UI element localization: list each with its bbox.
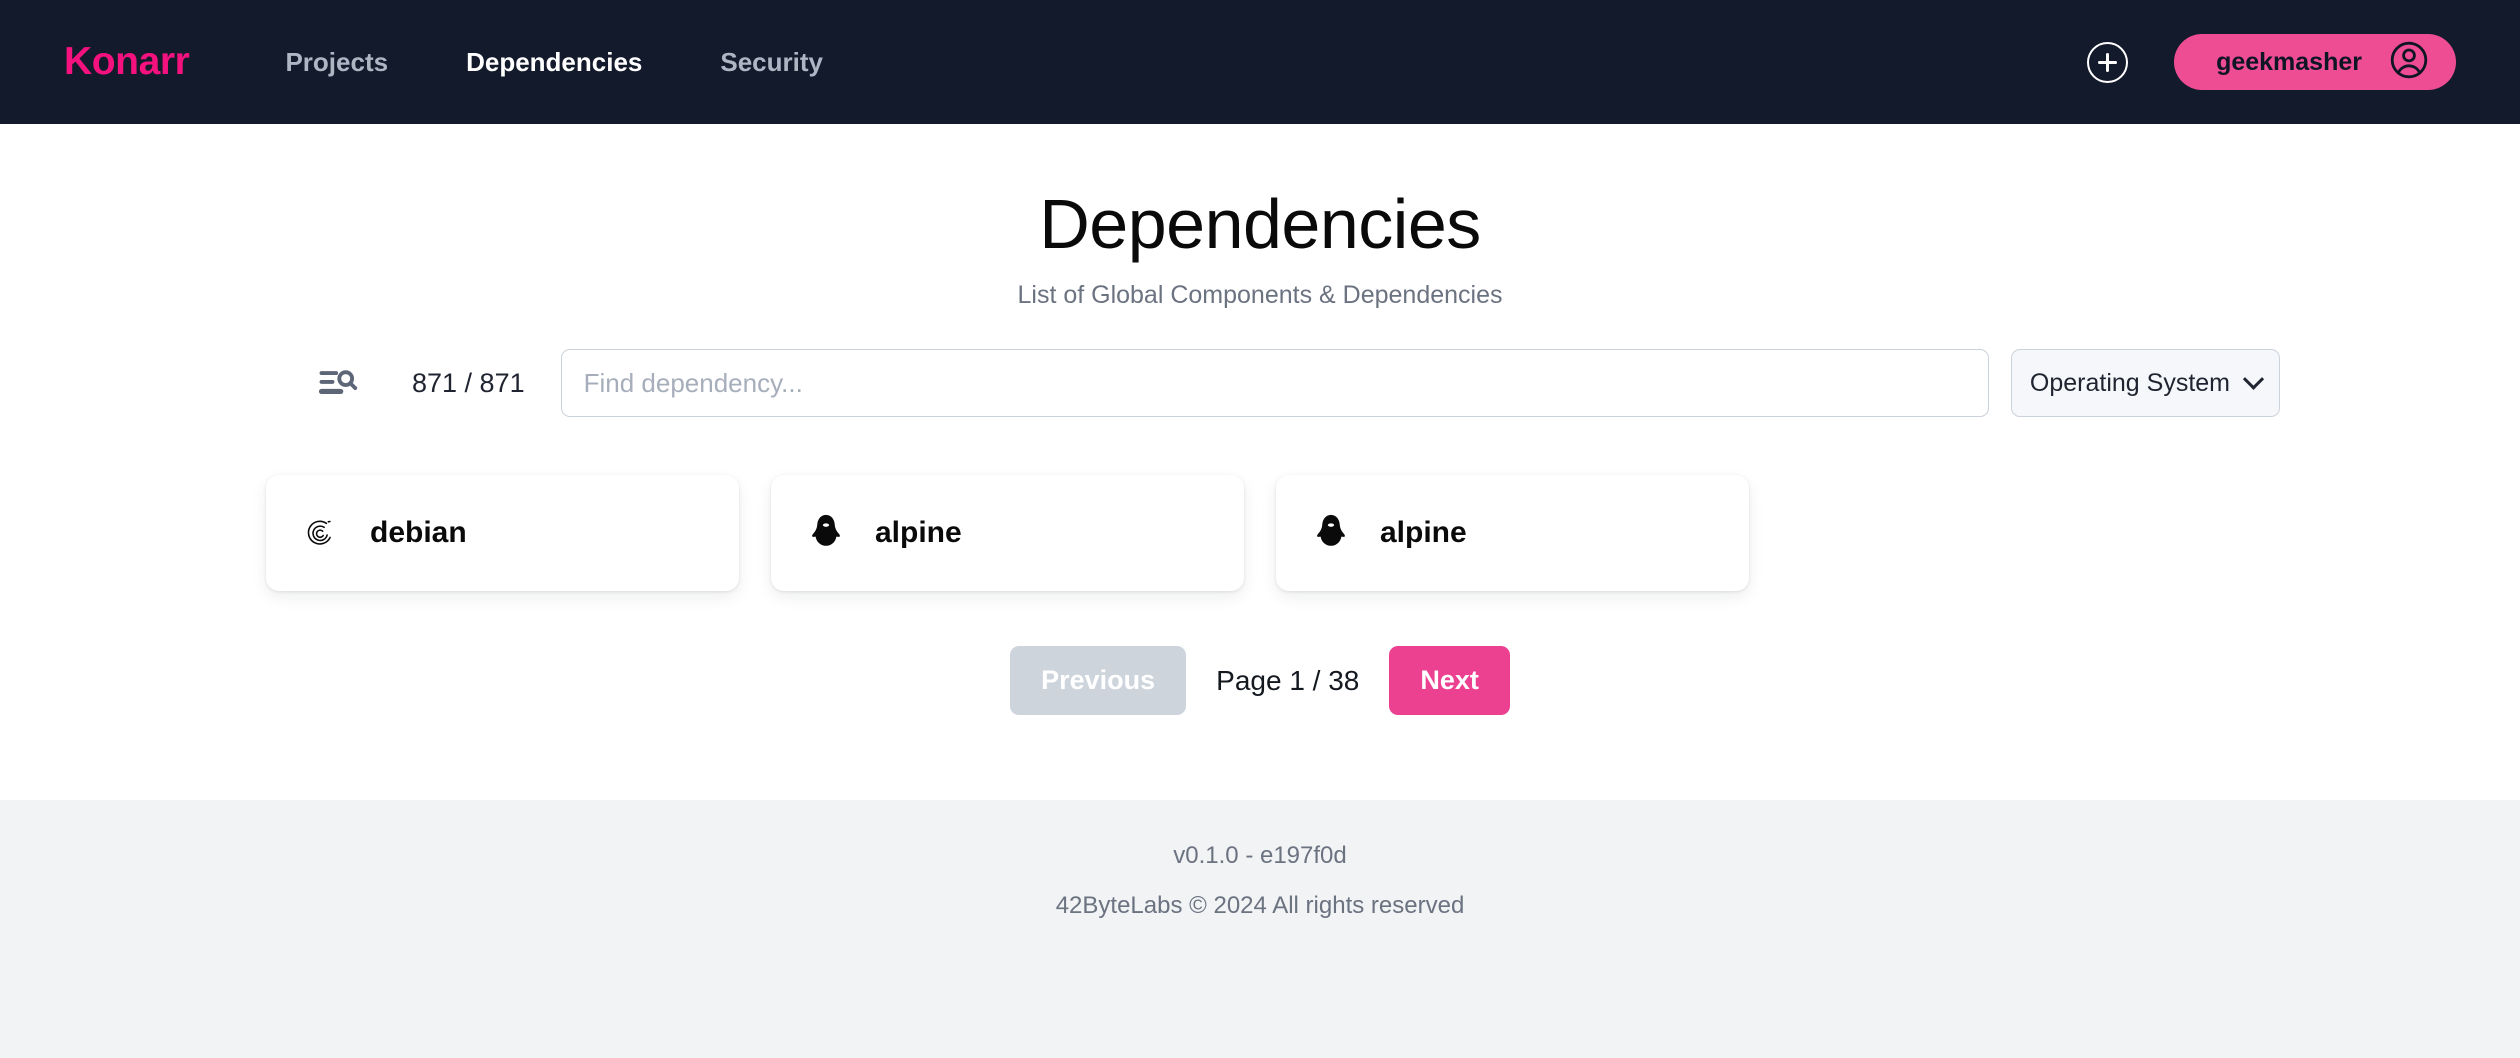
filter-select[interactable]: Operating System: [2011, 349, 2280, 417]
brand-logo[interactable]: Konarr: [64, 40, 189, 84]
nav-links: Projects Dependencies Security: [285, 47, 823, 78]
top-navbar: Konarr Projects Dependencies Security ge…: [0, 0, 2520, 124]
main-content: Dependencies List of Global Components &…: [0, 124, 2520, 800]
list-search-icon[interactable]: [316, 361, 360, 405]
user-menu-button[interactable]: geekmasher: [2174, 34, 2456, 90]
debian-swirl-icon: [300, 512, 342, 554]
dependency-name: debian: [370, 516, 467, 550]
dependency-count: 871 / 871: [412, 368, 525, 399]
user-circle-icon: [2388, 39, 2430, 86]
nav-link-dependencies[interactable]: Dependencies: [466, 47, 642, 78]
dependencies-grid: debian alpine alpine: [240, 475, 2280, 591]
search-input[interactable]: [561, 349, 1989, 417]
dependency-name: alpine: [875, 516, 962, 550]
dependency-name: alpine: [1380, 516, 1467, 550]
plus-vertical-bar: [2106, 53, 2109, 72]
alpine-penguin-icon: [1310, 512, 1352, 554]
page-title: Dependencies: [1039, 186, 1481, 263]
dependency-card[interactable]: debian: [266, 475, 739, 591]
user-name-label: geekmasher: [2216, 48, 2362, 77]
footer-copyright: 42ByteLabs © 2024 All rights reserved: [1056, 892, 1465, 920]
nav-right-group: geekmasher: [2087, 34, 2456, 90]
app-root: Konarr Projects Dependencies Security ge…: [0, 0, 2520, 1058]
dependency-card[interactable]: alpine: [771, 475, 1244, 591]
filter-select-value: Operating System: [2030, 369, 2230, 398]
footer-version: v0.1.0 - e197f0d: [1173, 842, 1346, 870]
plus-circle-icon[interactable]: [2087, 42, 2128, 83]
nav-link-security[interactable]: Security: [720, 47, 823, 78]
page-footer: v0.1.0 - e197f0d 42ByteLabs © 2024 All r…: [0, 800, 2520, 1058]
chevron-down-icon: [2243, 368, 2264, 389]
controls-bar: 871 / 871 Operating System: [240, 349, 2280, 417]
page-indicator: Page 1 / 38: [1216, 665, 1359, 697]
pagination: Previous Page 1 / 38 Next: [1010, 646, 1510, 715]
previous-page-button[interactable]: Previous: [1010, 646, 1186, 715]
page-subtitle: List of Global Components & Dependencies: [1017, 281, 1502, 310]
next-page-button[interactable]: Next: [1389, 646, 1510, 715]
nav-link-projects[interactable]: Projects: [285, 47, 388, 78]
dependency-card[interactable]: alpine: [1276, 475, 1749, 591]
alpine-penguin-icon: [805, 512, 847, 554]
